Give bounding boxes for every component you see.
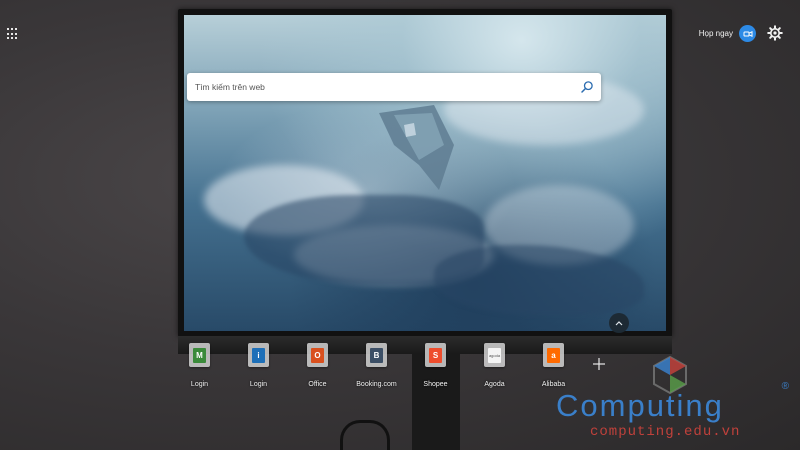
search-icon[interactable] — [573, 73, 601, 101]
site-logo-icon: M — [189, 343, 210, 367]
spaceship-image — [379, 105, 454, 190]
watermark-brand: Computing — [556, 388, 724, 423]
chevron-up-icon[interactable] — [609, 313, 629, 333]
meet-now-label: Họp ngay — [698, 29, 733, 38]
tile-label: Booking.com — [356, 381, 397, 388]
tile-label: Agoda — [484, 381, 505, 388]
tile-glyph: M — [193, 347, 206, 363]
tile-glyph: B — [370, 347, 383, 363]
background-monitor — [178, 9, 672, 337]
tile-label: Login — [249, 381, 268, 388]
tile-label: Login — [190, 381, 209, 388]
computing-watermark: Computing ® computing.edu.vn — [552, 355, 797, 450]
tile-glyph: S — [429, 347, 442, 363]
search-input[interactable] — [187, 73, 573, 101]
tile-label: Shopee — [423, 381, 448, 388]
tile-login-2[interactable]: i Login — [229, 343, 288, 388]
tile-glyph: i — [252, 347, 265, 363]
tile-agoda[interactable]: agoda Agoda — [465, 343, 524, 388]
tile-login-1[interactable]: M Login — [170, 343, 229, 388]
site-logo-icon: i — [248, 343, 269, 367]
booking-logo-icon: B — [366, 343, 387, 367]
background-wallpaper — [184, 15, 666, 331]
monitor-cable — [340, 420, 390, 450]
tile-glyph: O — [311, 347, 324, 363]
watermark-registered: ® — [781, 381, 789, 392]
tile-label: Office — [308, 381, 327, 388]
app-launcher-icon[interactable] — [7, 28, 19, 40]
agoda-logo-icon: agoda — [484, 343, 505, 367]
office-logo-icon: O — [307, 343, 328, 367]
gear-icon[interactable] — [767, 25, 783, 41]
tile-office[interactable]: O Office — [288, 343, 347, 388]
meet-now-button[interactable]: Họp ngay — [699, 25, 756, 42]
tile-shopee[interactable]: S Shopee — [406, 343, 465, 388]
tile-booking[interactable]: B Booking.com — [347, 343, 406, 388]
meet-now-icon — [739, 25, 756, 42]
search-box — [187, 73, 601, 101]
tile-glyph: agoda — [488, 347, 501, 363]
quick-links: M Login i Login O Office B Booking.com S… — [170, 343, 583, 388]
shopee-logo-icon: S — [425, 343, 446, 367]
watermark-url: computing.edu.vn — [590, 424, 741, 440]
